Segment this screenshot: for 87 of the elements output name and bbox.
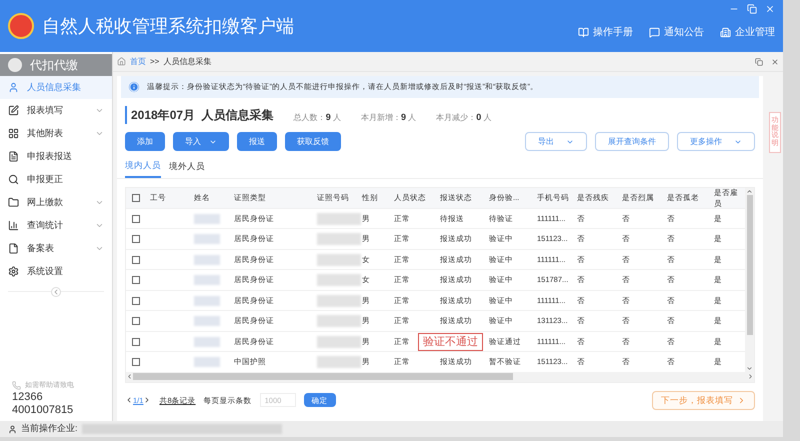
checkbox[interactable] xyxy=(132,338,140,346)
sidebar-title: 代扣代缴 xyxy=(30,57,78,74)
tab[interactable]: 境外人员 xyxy=(169,155,205,178)
phone-icon xyxy=(12,381,21,390)
phone-number: 4001007815 xyxy=(12,404,74,417)
header-link-icon[interactable] xyxy=(720,26,731,38)
menu-item-icon xyxy=(8,82,19,93)
action-button[interactable]: 获取反馈 xyxy=(285,132,341,151)
page-title: 2018年07月 人员信息采集 xyxy=(125,106,274,124)
chevron-icon xyxy=(737,396,746,405)
blurred-id xyxy=(317,336,361,348)
phone-number: 12366 xyxy=(12,391,44,404)
scroll-down-icon[interactable] xyxy=(746,364,753,372)
menu-item-icon xyxy=(8,105,19,116)
close-icon[interactable] xyxy=(765,4,775,14)
header-link[interactable]: 操作手册 xyxy=(593,24,633,40)
checkbox[interactable] xyxy=(132,256,140,264)
blurred-name xyxy=(194,336,220,346)
blurred-id xyxy=(317,274,361,286)
header-link-icon[interactable] xyxy=(578,26,589,38)
checkbox[interactable] xyxy=(132,194,140,202)
stat-text: 本月减少：0 人 xyxy=(436,110,492,124)
info-icon xyxy=(129,82,139,92)
action-button[interactable]: 展开查询条件 xyxy=(595,132,669,151)
blurred-name xyxy=(194,254,220,264)
stat-text: 本月新增：9 人 xyxy=(360,110,416,124)
blurred-name xyxy=(194,357,220,367)
annotation-label: 验证不通过 xyxy=(418,332,483,351)
checkbox[interactable] xyxy=(132,317,140,325)
blurred-id xyxy=(317,356,361,368)
logo-icon xyxy=(8,58,22,72)
sidebar-item[interactable]: 申报更正 xyxy=(0,168,112,191)
breadcrumb-item: >> xyxy=(150,56,160,68)
blurred-name xyxy=(194,275,220,285)
menu-item-icon xyxy=(8,197,19,208)
checkbox[interactable] xyxy=(132,235,140,243)
prev-page-icon[interactable] xyxy=(125,396,133,404)
blurred-name xyxy=(194,296,220,306)
home-icon[interactable] xyxy=(117,57,126,66)
checkbox[interactable] xyxy=(132,358,140,366)
action-button[interactable]: 导出 xyxy=(525,132,587,151)
window-title: 自然人税收管理系统扣缴客户端 xyxy=(42,14,294,38)
tab[interactable]: 境内人员 xyxy=(125,155,161,178)
header-link-icon[interactable] xyxy=(649,26,660,38)
sidebar-item[interactable]: 网上缴款 xyxy=(0,191,112,214)
blurred-name xyxy=(194,234,220,244)
user-icon xyxy=(8,424,17,434)
header-link[interactable]: 通知公告 xyxy=(664,24,704,40)
vertical-scrollbar[interactable] xyxy=(745,188,754,372)
sidebar-item[interactable]: 备案表 xyxy=(0,237,112,260)
action-button[interactable]: 报送 xyxy=(237,132,277,151)
header-link[interactable]: 企业管理 xyxy=(735,24,775,40)
sidebar-item[interactable]: 报表填写 xyxy=(0,99,112,122)
menu-item-icon xyxy=(8,220,19,231)
checkbox[interactable] xyxy=(132,296,140,304)
blurred-name xyxy=(194,214,220,224)
blurred-id xyxy=(317,315,361,327)
menu-item-icon xyxy=(8,174,19,185)
menu-item-icon xyxy=(8,266,19,277)
menu-item-icon xyxy=(8,151,19,162)
blurred-id xyxy=(317,233,361,245)
blurred-name xyxy=(194,316,220,326)
blurred-id xyxy=(317,254,361,266)
scroll-left-icon[interactable] xyxy=(126,373,133,380)
blurred-id xyxy=(317,212,361,224)
checkbox[interactable] xyxy=(132,276,140,284)
emblem-icon xyxy=(8,13,34,39)
menu-item-icon xyxy=(8,243,19,254)
sidebar-item[interactable]: 系统设置 xyxy=(0,260,112,283)
status-label: 当前操作企业: xyxy=(21,422,78,436)
menu-item-icon xyxy=(8,128,19,139)
restore-icon[interactable] xyxy=(747,4,757,14)
horizontal-scrollbar[interactable] xyxy=(126,372,754,382)
checkbox[interactable] xyxy=(132,214,140,222)
sidebar-item[interactable]: 其他附表 xyxy=(0,122,112,145)
action-button[interactable]: 导入 xyxy=(173,132,229,151)
restore-icon[interactable] xyxy=(755,58,763,66)
sidebar-item[interactable]: 查询统计 xyxy=(0,214,112,237)
scroll-up-icon[interactable] xyxy=(746,188,753,195)
blurred-id xyxy=(317,294,361,306)
breadcrumb-item: 人员信息采集 xyxy=(163,56,212,68)
scroll-right-icon[interactable] xyxy=(747,373,754,380)
stat-text: 总人数：9 人 xyxy=(294,110,341,124)
action-button[interactable]: 添加 xyxy=(125,132,165,151)
sidebar-item[interactable]: 申报表报送 xyxy=(0,145,112,168)
action-button[interactable]: 更多操作 xyxy=(677,132,755,151)
close-icon[interactable] xyxy=(771,58,779,66)
